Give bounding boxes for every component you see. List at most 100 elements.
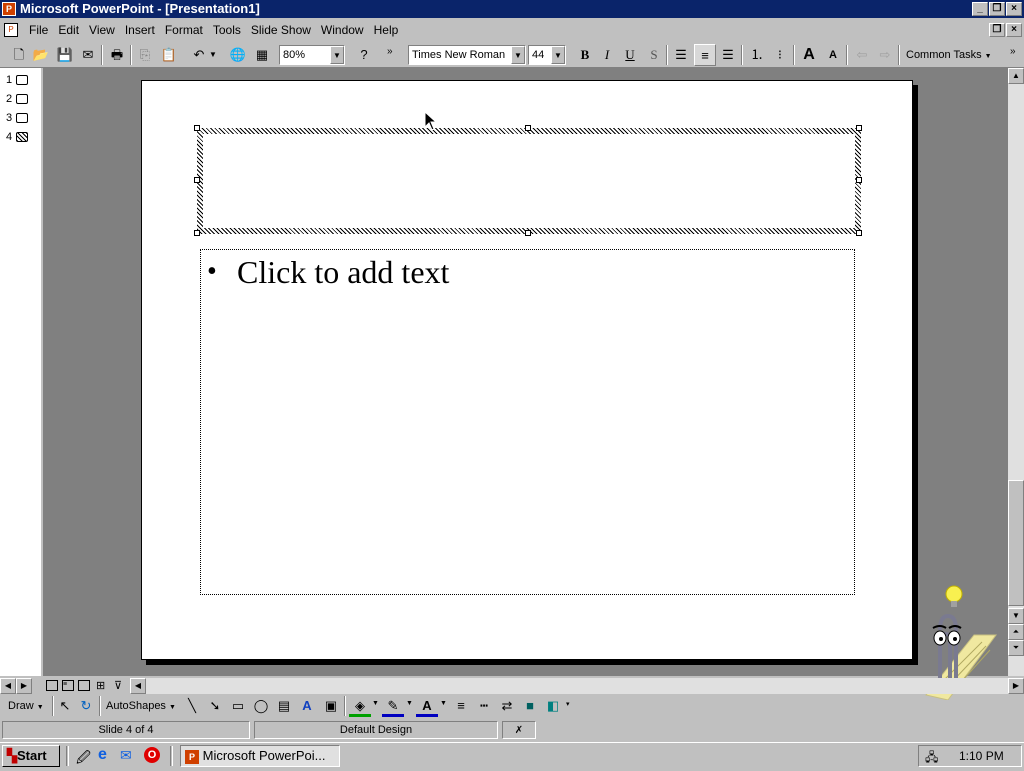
scroll-right-icon[interactable]: ▶	[16, 678, 32, 694]
clip-art-icon[interactable]: ▣	[320, 695, 342, 717]
dash-style-icon[interactable]: ┅	[473, 695, 495, 717]
chevron-down-icon[interactable]: ▼	[511, 46, 525, 64]
oval-icon[interactable]: ◯	[250, 695, 272, 717]
close-button[interactable]: ×	[1006, 2, 1022, 16]
open-icon[interactable]: 📂	[30, 44, 52, 66]
slide-show-view-icon[interactable]: ⊽	[114, 679, 122, 692]
paste-icon[interactable]: 📋	[158, 44, 180, 66]
free-rotate-icon[interactable]: ↻	[75, 695, 97, 717]
menu-file[interactable]: File	[24, 20, 53, 41]
scroll-up-icon[interactable]: ▲	[1008, 68, 1024, 84]
arrow-icon[interactable]: ➘	[204, 695, 226, 717]
resize-handle[interactable]	[525, 125, 531, 131]
document-icon[interactable]: P	[4, 23, 18, 37]
save-icon[interactable]: 💾	[54, 44, 76, 66]
title-placeholder[interactable]	[197, 128, 861, 234]
increase-font-icon[interactable]: A	[798, 44, 820, 66]
outline-slide-4[interactable]: 4	[6, 129, 29, 145]
fill-color-icon[interactable]: ◈	[349, 695, 371, 717]
shadow-icon[interactable]: ■	[519, 695, 541, 717]
align-right-icon[interactable]: ☰	[717, 44, 739, 66]
email-icon[interactable]: ✉	[77, 44, 99, 66]
chevron-down-icon[interactable]: ▼	[440, 700, 447, 707]
select-objects-icon[interactable]: ↖	[54, 695, 76, 717]
doc-restore-button[interactable]: ❐	[989, 23, 1005, 37]
decrease-font-icon[interactable]: A	[822, 44, 844, 66]
bold-button[interactable]: B	[574, 44, 596, 66]
powerpoint-app-icon[interactable]: P	[2, 2, 16, 16]
resize-handle[interactable]	[856, 125, 862, 131]
spelling-status-icon[interactable]: ✗	[502, 721, 536, 739]
menu-window[interactable]: Window	[316, 20, 369, 41]
outline-slide-2[interactable]: 2	[6, 91, 29, 107]
help-icon[interactable]: ?	[353, 44, 375, 66]
outline-slide-3[interactable]: 3	[6, 110, 29, 126]
horizontal-scroll-track[interactable]	[146, 678, 1008, 694]
internet-explorer-icon[interactable]: e	[98, 746, 107, 764]
undo-icon[interactable]: ↶	[188, 44, 210, 66]
wordart-icon[interactable]: A	[296, 695, 318, 717]
opera-icon[interactable]: O	[144, 747, 160, 763]
doc-close-button[interactable]: ×	[1006, 23, 1022, 37]
body-placeholder[interactable]: • Click to add text	[200, 249, 855, 595]
network-icon[interactable]: 🖧	[925, 748, 938, 769]
menu-insert[interactable]: Insert	[120, 20, 160, 41]
bullets-icon[interactable]: ⁝	[769, 44, 791, 66]
align-center-icon[interactable]: ≡	[694, 44, 716, 66]
start-button[interactable]: ▚Start	[2, 745, 60, 767]
font-combo[interactable]: Times New Roman ▼	[408, 45, 526, 65]
resize-handle[interactable]	[194, 230, 200, 236]
clock[interactable]: 1:10 PM	[959, 749, 1004, 763]
previous-slide-icon[interactable]: ⏶	[1008, 624, 1024, 640]
toolbar-overflow-icon[interactable]: »	[1010, 46, 1016, 57]
restore-button[interactable]: ❐	[989, 2, 1005, 16]
autoshapes-menu-button[interactable]: AutoShapes ▼	[106, 697, 176, 717]
scroll-right-icon[interactable]: ▶	[1008, 678, 1024, 694]
table-icon[interactable]: ▦	[251, 44, 273, 66]
resize-handle[interactable]	[525, 230, 531, 236]
toolbar-overflow-icon[interactable]: »	[387, 46, 393, 57]
demote-icon[interactable]: ⇨	[874, 44, 896, 66]
copy-icon[interactable]: ⎘	[134, 44, 156, 66]
line-style-icon[interactable]: ≡	[450, 695, 472, 717]
arrow-style-icon[interactable]: ⇄	[496, 695, 518, 717]
scroll-left-icon[interactable]: ◀	[0, 678, 16, 694]
outlook-express-icon[interactable]: ✉	[120, 747, 132, 764]
scroll-thumb[interactable]	[1008, 480, 1024, 606]
slide-sorter-view-icon[interactable]: ⊞	[96, 679, 105, 692]
chevron-down-icon[interactable]: ▼	[406, 700, 413, 707]
resize-handle[interactable]	[856, 177, 862, 183]
minimize-button[interactable]: _	[972, 2, 988, 16]
zoom-combo[interactable]: 80% ▼	[279, 45, 345, 65]
shadow-button[interactable]: S	[643, 44, 665, 66]
title-text-area[interactable]	[203, 134, 855, 228]
font-color-icon[interactable]: A	[416, 695, 438, 717]
resize-handle[interactable]	[194, 125, 200, 131]
rectangle-icon[interactable]: ▭	[227, 695, 249, 717]
toolbar-overflow-icon[interactable]: ▾	[566, 700, 570, 708]
taskbar-button-powerpoint[interactable]: P Microsoft PowerPoi...	[180, 745, 340, 767]
3d-icon[interactable]: ◧	[542, 695, 564, 717]
scroll-down-icon[interactable]: ▼	[1008, 608, 1024, 624]
print-icon[interactable]: 🖶	[106, 44, 128, 66]
menu-edit[interactable]: Edit	[53, 20, 84, 41]
common-tasks-button[interactable]: Common Tasks ▼	[906, 46, 992, 66]
menu-view[interactable]: View	[84, 20, 120, 41]
show-desktop-icon[interactable]: 🖉	[76, 747, 91, 771]
resize-handle[interactable]	[856, 230, 862, 236]
undo-dropdown-icon[interactable]: ▼	[209, 44, 217, 66]
font-size-combo[interactable]: 44 ▼	[528, 45, 566, 65]
outline-view-icon[interactable]: ≡	[62, 680, 74, 691]
menu-help[interactable]: Help	[369, 20, 404, 41]
italic-button[interactable]: I	[596, 44, 618, 66]
text-box-icon[interactable]: ▤	[273, 695, 295, 717]
next-slide-icon[interactable]: ⏷	[1008, 640, 1024, 656]
line-icon[interactable]: ╲	[181, 695, 203, 717]
outline-slide-1[interactable]: 1	[6, 72, 29, 88]
chevron-down-icon[interactable]: ▼	[551, 46, 565, 64]
chevron-down-icon[interactable]: ▼	[330, 46, 344, 64]
web-hyperlink-icon[interactable]: 🌐	[227, 44, 249, 66]
normal-view-icon[interactable]	[46, 680, 58, 691]
resize-handle[interactable]	[194, 177, 200, 183]
menu-format[interactable]: Format	[160, 20, 208, 41]
